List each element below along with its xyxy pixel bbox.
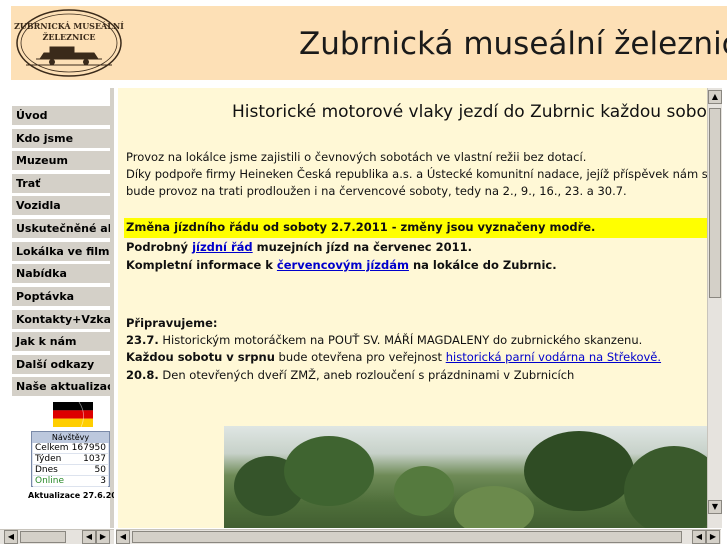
info-line: Kompletní informace k červencovým jízdám… — [126, 257, 557, 274]
counter-row: Dnes 50 — [33, 465, 108, 476]
left-menu-frame: Úvod Kdo jsme Muzeum Trať Vozidla Uskute… — [0, 88, 114, 528]
timetable-suffix: muzejních jízd na červenec 2011. — [252, 240, 472, 254]
counter-label: Dnes — [35, 465, 58, 475]
upcoming-item: 20.8. Den otevřených dveří ZMŽ, aneb roz… — [126, 367, 574, 384]
upcoming-date: 20.8. — [126, 368, 159, 382]
scroll-down-icon[interactable]: ▼ — [708, 500, 722, 514]
menu-item-uvod[interactable]: Úvod — [12, 106, 110, 125]
zmz-logo[interactable]: ZUBRNICKÁ MUSEÁLNÍ ŽELEZNICE — [14, 7, 124, 79]
menu-item-nabidka[interactable]: Nabídka — [12, 264, 110, 283]
scroll-right-icon[interactable]: ▶ — [96, 530, 110, 544]
counter-title: Návštěvy — [32, 432, 109, 443]
main-content-frame: Historické motorové vlaky jezdí do Zubrn… — [116, 88, 707, 528]
counter-row: Online 3 — [33, 476, 108, 487]
landscape-photo — [224, 426, 707, 528]
counter-label: Týden — [35, 454, 62, 464]
counter-value: 50 — [94, 465, 106, 475]
menu-item-trat[interactable]: Trať — [12, 174, 110, 193]
frame-gap — [116, 88, 118, 528]
site-header: ZUBRNICKÁ MUSEÁLNÍ ŽELEZNICE Zubrnická m… — [11, 6, 727, 80]
menu-horizontal-scrollbar[interactable]: ◀ ◀ ▶ — [0, 529, 114, 544]
intro-line: Díky podpoře firmy Heineken Česká republ… — [126, 167, 707, 181]
menu-horizontal-scroll-thumb[interactable] — [20, 531, 66, 543]
menu-item-poptavka[interactable]: Poptávka — [12, 287, 110, 306]
july-trips-link[interactable]: červencovým jízdám — [277, 258, 409, 272]
counter-value: 3 — [100, 476, 106, 486]
info-prefix: Kompletní informace k — [126, 258, 277, 272]
menu-item-kontakty[interactable]: Kontakty+Vzkazy — [12, 310, 110, 329]
upcoming-item: 23.7. Historickým motoráčkem na POUŤ SV.… — [126, 332, 642, 349]
menu-item-nase-aktualizace[interactable]: Naše aktualizace — [12, 377, 110, 396]
counter-label: Celkem — [35, 443, 69, 453]
counter-value: 1037 — [83, 454, 106, 464]
timetable-link[interactable]: jízdní řád — [192, 240, 253, 254]
page-heading: Historické motorové vlaky jezdí do Zubrn… — [232, 102, 707, 122]
menu-item-kdo-jsme[interactable]: Kdo jsme — [12, 129, 110, 148]
main-vertical-scrollbar[interactable]: ▲ ▼ — [707, 88, 722, 528]
upcoming-title: Připravujeme: — [126, 316, 218, 330]
upcoming-item: Každou sobotu v srpnu bude otevřena pro … — [126, 349, 661, 366]
menu-item-dalsi-odkazy[interactable]: Další odkazy — [12, 355, 110, 374]
counter-row: Týden 1037 — [33, 454, 108, 465]
menu-item-lokalka-ve-filmu[interactable]: Lokálka ve filmu — [12, 242, 110, 261]
visit-counter: Návštěvy Celkem 167950 Týden 1037 Dnes 5… — [31, 431, 110, 487]
upcoming-date: 23.7. — [126, 333, 159, 347]
scroll-right-icon[interactable]: ◀ — [82, 530, 96, 544]
upcoming-text: Historickým motoráčkem na POUŤ SV. MÁŘÍ … — [158, 333, 643, 347]
timetable-prefix: Podrobný — [126, 240, 193, 254]
logo-text-line2: ŽELEZNICE — [42, 32, 95, 42]
update-note: Aktualizace 27.6.2011 — [28, 491, 114, 500]
menu-item-uskutecnene-akce[interactable]: Uskutečněné akce — [12, 219, 110, 238]
intro-line: Provoz na lokálce jsme zajistili o čevno… — [126, 150, 587, 164]
counter-value: 167950 — [71, 443, 106, 453]
german-flag-icon[interactable] — [53, 402, 93, 427]
site-title: Zubrnická museální železnice — [299, 26, 727, 62]
menu-item-muzeum[interactable]: Muzeum — [12, 151, 110, 170]
scroll-left-icon[interactable]: ◀ — [692, 530, 706, 544]
scroll-left-icon[interactable]: ◀ — [4, 530, 18, 544]
menu-item-jak-k-nam[interactable]: Jak k nám — [12, 332, 110, 351]
counter-label: Online — [35, 476, 65, 486]
upcoming-text: bude otevřena pro veřejnost — [274, 350, 446, 364]
logo-text-line1: ZUBRNICKÁ MUSEÁLNÍ — [14, 21, 124, 31]
timetable-change-text: Změna jízdního řádu od soboty 2.7.2011 -… — [126, 220, 596, 234]
main-horizontal-scrollbar[interactable]: ◀ ◀ ▶ — [116, 529, 721, 544]
vertical-scroll-thumb[interactable] — [709, 108, 721, 298]
scroll-right-icon[interactable]: ▶ — [706, 530, 720, 544]
timetable-line: Podrobný jízdní řád muzejních jízd na če… — [126, 239, 472, 256]
scroll-up-icon[interactable]: ▲ — [708, 90, 722, 104]
intro-line: bude provoz na trati prodloužen i na čer… — [126, 184, 627, 198]
scroll-left-icon[interactable]: ◀ — [116, 530, 130, 544]
main-horizontal-scroll-thumb[interactable] — [132, 531, 682, 543]
water-station-link[interactable]: historická parní vodárna na Střekově. — [446, 350, 661, 364]
upcoming-date: Každou sobotu v srpnu — [126, 350, 275, 364]
frame-divider — [110, 88, 114, 528]
timetable-change-banner: Změna jízdního řádu od soboty 2.7.2011 -… — [124, 218, 707, 238]
info-suffix: na lokálce do Zubrnic. — [408, 258, 557, 272]
menu-item-vozidla[interactable]: Vozidla — [12, 196, 110, 215]
counter-row: Celkem 167950 — [33, 443, 108, 454]
upcoming-text: Den otevřených dveří ZMŽ, aneb rozloučen… — [158, 368, 575, 382]
